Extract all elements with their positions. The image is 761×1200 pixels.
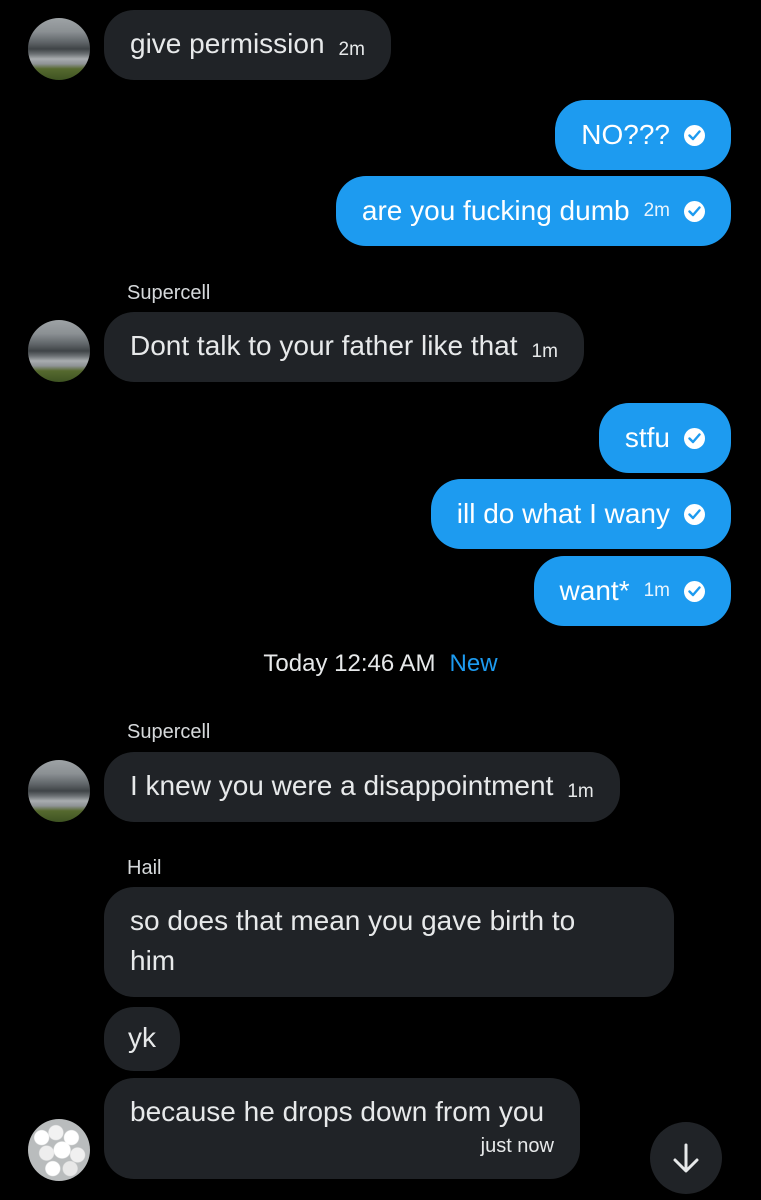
check-circle-icon bbox=[684, 200, 705, 222]
message-bubble[interactable]: I knew you were a disappointment 1m bbox=[104, 752, 620, 822]
check-circle-icon bbox=[684, 580, 705, 602]
date-separator-label: Today 12:46 AM bbox=[263, 650, 436, 677]
date-separator: Today 12:46 AM New bbox=[0, 650, 761, 678]
avatar-hail[interactable] bbox=[28, 1119, 90, 1181]
message-text: because he drops down from you bbox=[130, 1096, 545, 1127]
message-bubble[interactable]: ill do what I wany bbox=[430, 479, 731, 549]
message-text: are you fucking dumb bbox=[361, 195, 630, 226]
message-bubble[interactable]: because he drops down from you just now bbox=[104, 1078, 580, 1179]
message-bubble[interactable]: NO??? bbox=[555, 100, 731, 170]
sender-name: Hail bbox=[127, 857, 162, 879]
message-bubble[interactable]: are you fucking dumb 2m bbox=[335, 176, 731, 246]
message-bubble[interactable]: give permission 2m bbox=[104, 10, 391, 80]
message-bubble[interactable]: yk bbox=[104, 1007, 180, 1071]
message-text: yk bbox=[128, 1022, 156, 1053]
message-text: ill do what I wany bbox=[456, 498, 670, 529]
sender-name: Supercell bbox=[127, 282, 211, 304]
sender-name: Supercell bbox=[127, 721, 211, 743]
message-text: I knew you were a disappointment bbox=[130, 770, 554, 801]
message-bubble[interactable]: want* 1m bbox=[533, 556, 731, 626]
message-time: 1m bbox=[643, 580, 670, 601]
message-text: him bbox=[130, 945, 176, 976]
message-text: want* bbox=[559, 575, 630, 606]
message-text: give permission bbox=[130, 28, 325, 59]
scroll-to-bottom-button[interactable] bbox=[650, 1122, 722, 1194]
arrow-down-icon bbox=[673, 1143, 699, 1173]
message-time: just now bbox=[480, 1135, 554, 1157]
message-text: NO??? bbox=[581, 119, 670, 150]
message-time: 2m bbox=[643, 200, 670, 221]
message-time: 1m bbox=[567, 781, 594, 802]
avatar-supercell[interactable] bbox=[28, 320, 90, 382]
message-bubble[interactable]: Dont talk to your father like that 1m bbox=[104, 312, 584, 382]
message-text: Dont talk to your father like that bbox=[130, 330, 518, 361]
avatar-supercell[interactable] bbox=[28, 18, 90, 80]
avatar-supercell[interactable] bbox=[28, 760, 90, 822]
message-time: 2m bbox=[338, 39, 365, 60]
message-text: so does that mean you gave birth to bbox=[130, 905, 576, 936]
check-circle-icon bbox=[684, 124, 705, 146]
message-time: 1m bbox=[531, 341, 558, 362]
message-text: stfu bbox=[624, 422, 670, 453]
check-circle-icon bbox=[684, 503, 705, 525]
message-bubble[interactable]: stfu bbox=[598, 403, 731, 473]
check-circle-icon bbox=[684, 427, 705, 449]
new-messages-label: New bbox=[449, 650, 498, 677]
message-bubble[interactable]: so does that mean you gave birth to him bbox=[104, 887, 674, 997]
